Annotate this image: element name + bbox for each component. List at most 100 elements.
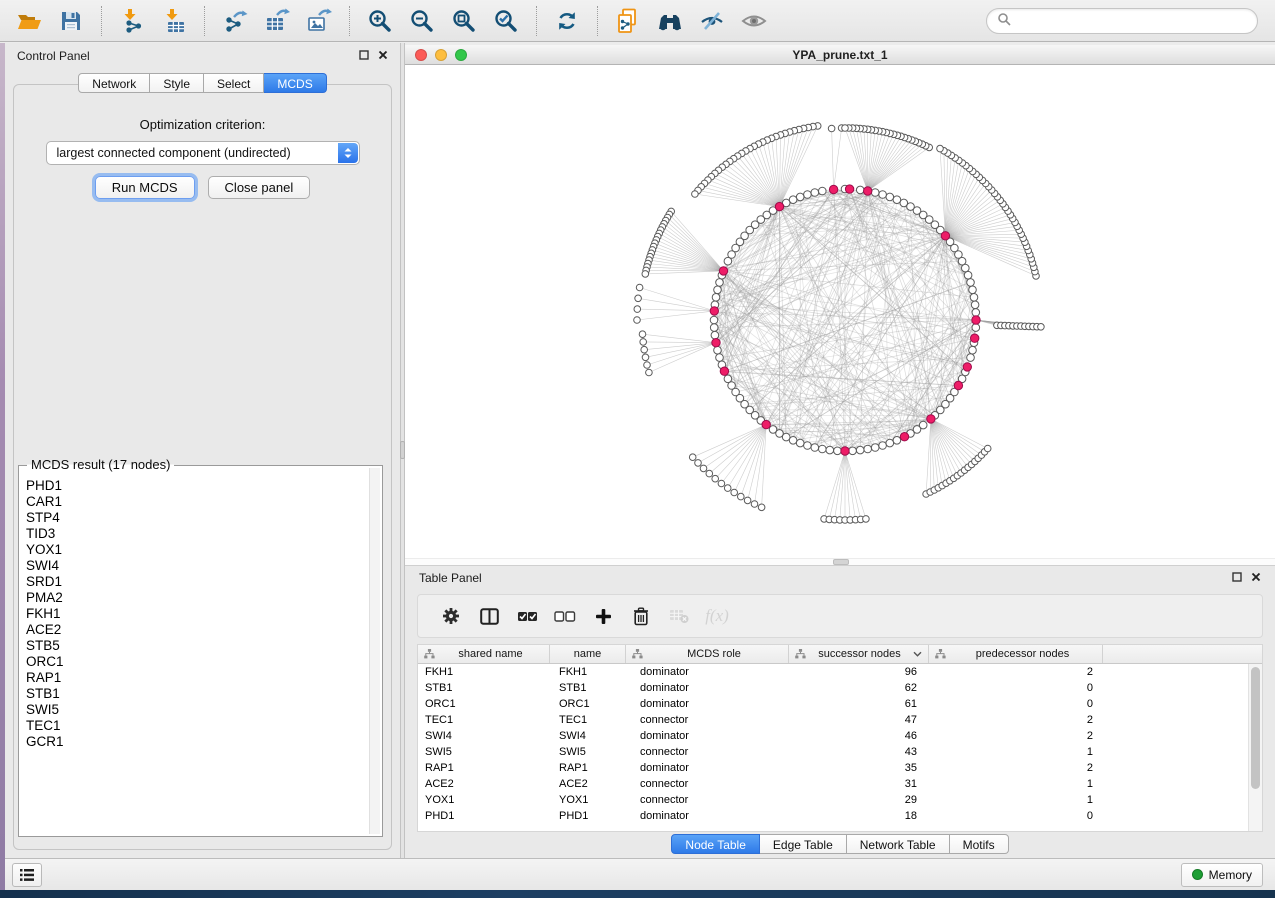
search-icon: [997, 12, 1011, 31]
table-scrollbar[interactable]: [1248, 664, 1262, 831]
result-node-item[interactable]: STP4: [26, 510, 364, 526]
table-cell: 43: [789, 746, 929, 758]
result-node-item[interactable]: TEC1: [26, 718, 364, 734]
settings-gear-icon[interactable]: [439, 604, 463, 628]
table-cell: 96: [789, 666, 929, 678]
select-all-icon[interactable]: [515, 604, 539, 628]
memory-button[interactable]: Memory: [1181, 863, 1263, 887]
control-panel: Control Panel NetworkStyleSelectMCDS Opt…: [5, 43, 400, 858]
result-node-item[interactable]: STB5: [26, 638, 364, 654]
tab-style[interactable]: Style: [150, 73, 204, 93]
table-row[interactable]: YOX1YOX1connector291: [418, 792, 1248, 808]
column-header-shared-name[interactable]: shared name: [418, 645, 550, 663]
first-neighbors-icon[interactable]: [653, 5, 687, 37]
import-network-icon[interactable]: [115, 5, 149, 37]
table-cell: 47: [789, 714, 929, 726]
table-row[interactable]: RAP1RAP1dominator352: [418, 760, 1248, 776]
table-row[interactable]: SWI4SWI4dominator462: [418, 728, 1248, 744]
clone-network-icon[interactable]: [611, 5, 645, 37]
result-node-item[interactable]: TID3: [26, 526, 364, 542]
table-row[interactable]: STB1STB1dominator620: [418, 680, 1248, 696]
float-panel-icon[interactable]: [359, 49, 369, 63]
tab-select[interactable]: Select: [204, 73, 264, 93]
export-table-icon[interactable]: [260, 5, 294, 37]
close-panel-icon[interactable]: [378, 49, 388, 63]
result-node-item[interactable]: PHD1: [26, 478, 364, 494]
delete-table-icon[interactable]: [667, 604, 691, 628]
add-column-icon[interactable]: [591, 604, 615, 628]
table-cell: SWI4: [418, 730, 550, 742]
result-scrollbar[interactable]: [369, 468, 380, 834]
import-table-icon[interactable]: [157, 5, 191, 37]
tab-motifs[interactable]: Motifs: [950, 834, 1009, 854]
node-table: shared namenameMCDS rolesuccessor nodesp…: [417, 644, 1263, 832]
column-type-icon: [795, 649, 806, 659]
task-history-button[interactable]: [12, 863, 42, 887]
task-list-icon: [19, 868, 35, 882]
result-node-item[interactable]: SWI4: [26, 558, 364, 574]
function-builder-icon[interactable]: f(x): [705, 604, 729, 628]
zoom-in-icon[interactable]: [363, 5, 397, 37]
search-input[interactable]: [1017, 13, 1247, 29]
float-panel-icon[interactable]: [1232, 571, 1242, 585]
table-cell: dominator: [626, 682, 789, 694]
table-cell: FKH1: [550, 666, 626, 678]
mcds-result-title: MCDS result (17 nodes): [27, 457, 174, 472]
export-image-icon[interactable]: [302, 5, 336, 37]
result-node-item[interactable]: GCR1: [26, 734, 364, 750]
tab-mcds[interactable]: MCDS: [264, 73, 326, 93]
table-row[interactable]: ORC1ORC1dominator610: [418, 696, 1248, 712]
close-panel-icon[interactable]: [1251, 571, 1261, 585]
zoom-fit-icon[interactable]: [447, 5, 481, 37]
toolbar-separator: [597, 6, 598, 36]
table-row[interactable]: PHD1PHD1dominator180: [418, 808, 1248, 824]
table-cell: 1: [929, 746, 1103, 758]
open-folder-icon[interactable]: [12, 5, 46, 37]
table-row[interactable]: TEC1TEC1connector472: [418, 712, 1248, 728]
table-cell: 2: [929, 730, 1103, 742]
table-cell: 35: [789, 762, 929, 774]
result-node-item[interactable]: ACE2: [26, 622, 364, 638]
delete-column-icon[interactable]: [629, 604, 653, 628]
column-header-predecessor-nodes[interactable]: predecessor nodes: [929, 645, 1103, 663]
tab-edge-table[interactable]: Edge Table: [760, 834, 847, 854]
column-header-successor-nodes[interactable]: successor nodes: [789, 645, 929, 663]
column-header-MCDS-role[interactable]: MCDS role: [626, 645, 789, 663]
result-node-item[interactable]: RAP1: [26, 670, 364, 686]
main-toolbar: [0, 0, 1275, 42]
result-node-item[interactable]: SRD1: [26, 574, 364, 590]
network-graph[interactable]: [405, 65, 1275, 558]
table-cell: ACE2: [550, 778, 626, 790]
tab-network[interactable]: Network: [78, 73, 150, 93]
table-row[interactable]: SWI5SWI5connector431: [418, 744, 1248, 760]
result-node-item[interactable]: ORC1: [26, 654, 364, 670]
result-node-item[interactable]: PMA2: [26, 590, 364, 606]
result-node-item[interactable]: SWI5: [26, 702, 364, 718]
zoom-out-icon[interactable]: [405, 5, 439, 37]
run-mcds-button[interactable]: Run MCDS: [95, 176, 195, 199]
network-canvas[interactable]: [405, 65, 1275, 558]
result-node-item[interactable]: FKH1: [26, 606, 364, 622]
zoom-selected-icon[interactable]: [489, 5, 523, 37]
show-all-icon[interactable]: [737, 5, 771, 37]
scrollbar-thumb[interactable]: [1251, 667, 1260, 789]
result-node-item[interactable]: YOX1: [26, 542, 364, 558]
hide-selected-icon[interactable]: [695, 5, 729, 37]
column-header-name[interactable]: name: [550, 645, 626, 663]
deselect-all-icon[interactable]: [553, 604, 577, 628]
search-box[interactable]: [986, 8, 1258, 34]
result-node-item[interactable]: STB1: [26, 686, 364, 702]
table-cell: 1: [929, 778, 1103, 790]
split-panel-icon[interactable]: [477, 604, 501, 628]
tab-node-table[interactable]: Node Table: [671, 834, 760, 854]
optimization-select[interactable]: largest connected component (undirected): [46, 141, 360, 165]
save-session-icon[interactable]: [54, 5, 88, 37]
export-network-icon[interactable]: [218, 5, 252, 37]
refresh-layout-icon[interactable]: [550, 5, 584, 37]
mcds-result-list: PHD1CAR1STP4TID3YOX1SWI4SRD1PMA2FKH1ACE2…: [26, 478, 364, 832]
tab-network-table[interactable]: Network Table: [847, 834, 950, 854]
table-row[interactable]: ACE2ACE2connector311: [418, 776, 1248, 792]
close-panel-button[interactable]: Close panel: [208, 176, 311, 199]
result-node-item[interactable]: CAR1: [26, 494, 364, 510]
table-row[interactable]: FKH1FKH1dominator962: [418, 664, 1248, 680]
